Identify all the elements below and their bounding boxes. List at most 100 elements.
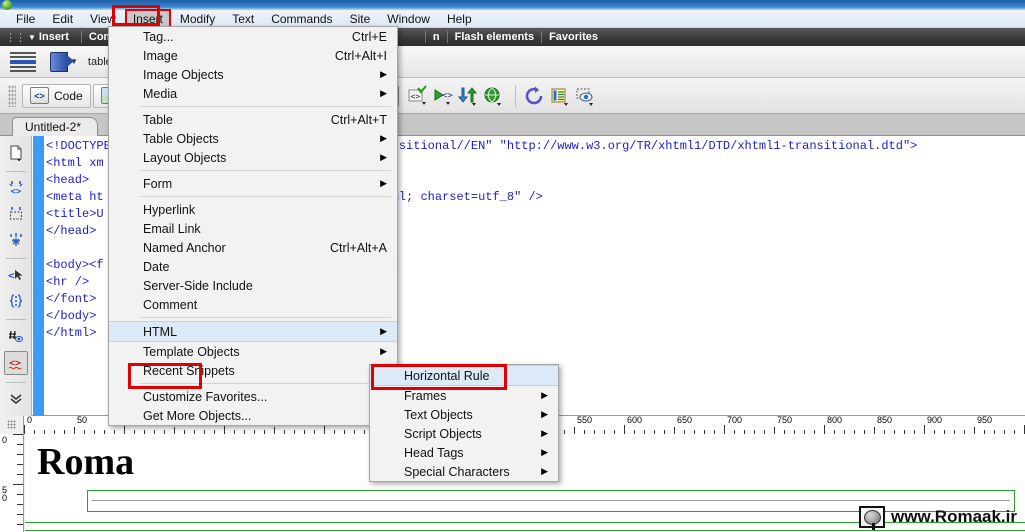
ruler-tick	[624, 425, 625, 434]
toolbar-divider	[5, 171, 26, 172]
menu-item-label: Table	[143, 112, 173, 127]
menu-item-server-side-include[interactable]: Server-Side Include	[109, 276, 397, 295]
menu-item-label: Tag...	[143, 29, 174, 44]
menu-item-label: Form	[143, 176, 173, 191]
code-view-button[interactable]: <> Code	[22, 83, 91, 108]
menu-item-named-anchor[interactable]: Named Anchor Ctrl+Alt+A	[109, 238, 397, 257]
insert-tab-favorites[interactable]: Favorites	[541, 31, 605, 43]
submenu-arrow-icon: ▶	[541, 390, 548, 400]
menu-item-hyperlink[interactable]: Hyperlink	[109, 200, 397, 219]
menu-separator	[139, 106, 391, 107]
menu-item-email-link[interactable]: Email Link	[109, 219, 397, 238]
menu-item-file[interactable]: File	[8, 10, 43, 28]
page-heading-text: Roma	[37, 441, 135, 483]
submenu-arrow-icon: ▶	[541, 428, 548, 438]
more-options-icon[interactable]	[5, 388, 27, 410]
watermark: www.Romaak.ir	[859, 506, 1017, 530]
ruler-tick	[874, 427, 875, 434]
menu-item-image-objects[interactable]: Image Objects ▶	[109, 65, 397, 84]
submenu-arrow-icon: ▶	[541, 466, 548, 476]
ruler-label: 700	[727, 416, 743, 425]
ruler-tick	[324, 425, 325, 434]
code-selection-gutter	[33, 136, 44, 416]
menu-item-layout-objects[interactable]: Layout Objects ▶	[109, 148, 397, 167]
coding-toolbar[interactable]: <> < <>	[0, 136, 32, 416]
expand-all-icon[interactable]	[5, 229, 27, 251]
check-browser-icon[interactable]: <>	[432, 85, 454, 107]
menu-item-table-objects[interactable]: Table Objects ▶	[109, 129, 397, 148]
insert-tab-flash-elements[interactable]: Flash elements	[446, 31, 541, 43]
menu-separator	[139, 170, 391, 171]
open-documents-icon[interactable]	[5, 142, 27, 164]
submenu-arrow-icon: ▶	[380, 326, 387, 336]
collapse-full-tag-icon[interactable]: <>	[5, 177, 27, 199]
toolbar-divider	[5, 382, 26, 383]
insert-tab-n[interactable]: n	[424, 31, 447, 43]
ruler-tick	[774, 427, 775, 434]
ruler-tick	[17, 494, 23, 495]
submenu-arrow-icon: ▶	[541, 409, 548, 419]
ruler-label: 0	[27, 416, 33, 425]
ruler-tick	[574, 427, 575, 434]
menu-item-text[interactable]: Text	[224, 10, 262, 28]
tag-chooser-icon[interactable]	[50, 51, 74, 72]
menu-item-label: Head Tags	[404, 445, 464, 460]
panel-grip-icon[interactable]: ⋮⋮	[0, 31, 28, 44]
preview-in-browser-icon[interactable]	[482, 85, 504, 107]
view-options-icon[interactable]	[549, 85, 571, 107]
chevron-down-icon[interactable]: ▼	[28, 33, 36, 42]
menu-item-media[interactable]: Media ▶	[109, 84, 397, 103]
menu-item-tag[interactable]: Tag... Ctrl+E	[109, 27, 397, 46]
menu-item-shortcut: Ctrl+Alt+A	[330, 240, 387, 255]
menu-item-get-more-objects[interactable]: Get More Objects...	[109, 406, 397, 425]
ruler-label: 0	[2, 435, 8, 445]
toolbar-divider	[5, 258, 26, 259]
ruler-label: 800	[827, 416, 843, 425]
insert-dropdown-menu[interactable]: Tag... Ctrl+E Image Ctrl+Alt+I Image Objects…	[108, 26, 398, 426]
menu-item-script-objects[interactable]: Script Objects ▶	[370, 424, 558, 443]
validate-markup-icon[interactable]: <>	[407, 84, 429, 107]
balance-braces-icon[interactable]	[5, 290, 27, 312]
menu-item-label: Hyperlink	[143, 202, 196, 217]
menu-item-template-objects[interactable]: Template Objects ▶	[109, 342, 397, 361]
select-parent-tag-icon[interactable]: <	[5, 264, 27, 286]
insert-panel-title: Insert	[38, 31, 69, 43]
menu-item-edit[interactable]: Edit	[44, 10, 81, 28]
menu-item-window[interactable]: Window	[379, 10, 438, 28]
file-management-icon[interactable]	[457, 85, 479, 107]
toolbar-grip[interactable]	[8, 84, 16, 107]
collapse-selection-icon[interactable]	[5, 203, 27, 225]
menu-item-html[interactable]: HTML ▶	[109, 321, 397, 342]
menu-item-modify[interactable]: Modify	[172, 10, 223, 28]
menu-item-help[interactable]: Help	[439, 10, 480, 28]
menu-item-date[interactable]: Date	[109, 257, 397, 276]
table-icon[interactable]	[10, 51, 36, 72]
menu-item-special-characters[interactable]: Special Characters ▶	[370, 462, 558, 481]
menu-item-head-tags[interactable]: Head Tags ▶	[370, 443, 558, 462]
menu-item-frames[interactable]: Frames ▶	[370, 386, 558, 405]
refresh-design-view-icon[interactable]	[524, 85, 546, 107]
document-tab-untitled-2[interactable]: Untitled-2*	[12, 117, 99, 136]
menu-item-text-objects[interactable]: Text Objects ▶	[370, 405, 558, 424]
menu-item-commands[interactable]: Commands	[263, 10, 340, 28]
menu-item-table[interactable]: Table Ctrl+Alt+T	[109, 110, 397, 129]
menu-item-customize-favorites[interactable]: Customize Favorites...	[109, 387, 397, 406]
menu-item-horizontal-rule[interactable]: Horizontal Rule	[370, 365, 558, 386]
submenu-arrow-icon: ▶	[380, 88, 387, 98]
menu-item-comment[interactable]: Comment	[109, 295, 397, 314]
menu-item-image[interactable]: Image Ctrl+Alt+I	[109, 46, 397, 65]
ruler-origin[interactable]	[0, 416, 24, 434]
vertical-ruler[interactable]: 0 50	[0, 434, 24, 532]
menu-item-label: Special Characters	[404, 464, 510, 479]
visual-aids-icon[interactable]	[574, 85, 596, 107]
html-submenu[interactable]: Horizontal Rule Frames ▶ Text Objects ▶ Scrip…	[369, 364, 559, 482]
menu-item-view[interactable]: View	[82, 10, 124, 28]
menu-item-recent-snippets[interactable]: Recent Snippets▶	[109, 361, 397, 380]
highlight-invalid-code-icon[interactable]: <>	[3, 351, 28, 375]
menu-item-shortcut: Ctrl+Alt+I	[334, 48, 387, 63]
menu-separator	[139, 383, 391, 384]
ruler-tick	[74, 427, 75, 434]
menu-item-site[interactable]: Site	[342, 10, 379, 28]
line-numbers-icon[interactable]	[5, 325, 27, 347]
menu-item-form[interactable]: Form ▶	[109, 174, 397, 193]
